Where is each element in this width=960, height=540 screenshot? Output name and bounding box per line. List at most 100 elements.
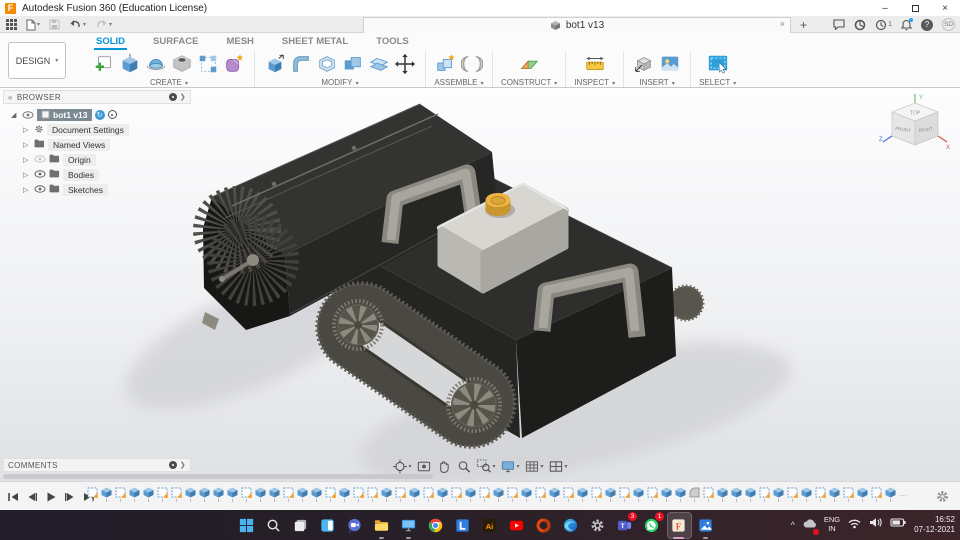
- panel-collapse-icon[interactable]: ❯: [180, 93, 186, 101]
- help-icon[interactable]: ?: [921, 18, 933, 31]
- comments-options-icon[interactable]: [168, 461, 177, 469]
- workspace-selector[interactable]: DESIGN ▾: [8, 42, 66, 79]
- ribbon-tab-surface[interactable]: SURFACE: [151, 33, 200, 50]
- shell-icon[interactable]: [315, 52, 339, 76]
- timeline-feature-sketch-45[interactable]: [703, 487, 714, 502]
- ribbon-tab-tools[interactable]: TOOLS: [374, 33, 411, 50]
- activate-component-icon[interactable]: [107, 110, 117, 119]
- timeline-feature-sketch-6[interactable]: [157, 487, 168, 502]
- taskbar-file-explorer-icon[interactable]: [368, 510, 395, 540]
- timeline-feature-sketch-53[interactable]: [815, 487, 826, 502]
- ribbon-group-label-modify[interactable]: MODIFY ▾: [321, 78, 358, 87]
- comments-header[interactable]: COMMENTS ❯: [3, 458, 191, 472]
- notification-bell-icon[interactable]: [901, 17, 913, 31]
- timeline-feature-extrude-24[interactable]: [409, 487, 420, 502]
- ribbon-group-label-construct[interactable]: CONSTRUCT ▾: [501, 78, 557, 87]
- browser-header[interactable]: « BROWSER ❯: [3, 90, 191, 104]
- timeline-feature-sketch-49[interactable]: [759, 487, 770, 502]
- grid-settings-icon[interactable]: ▾: [525, 459, 544, 474]
- timeline-feature-extrude-56[interactable]: [857, 487, 868, 502]
- timeline-feature-extrude-50[interactable]: [773, 487, 784, 502]
- expand-icon[interactable]: ◢: [11, 111, 19, 119]
- zoom-icon[interactable]: [456, 459, 471, 474]
- new-component-icon[interactable]: [434, 52, 458, 76]
- timeline-scrollbar[interactable]: [3, 474, 433, 479]
- step-back-button[interactable]: [26, 490, 38, 508]
- viewports-icon[interactable]: ▾: [549, 459, 568, 474]
- extensions-icon[interactable]: [854, 19, 866, 31]
- taskbar-illustrator-icon[interactable]: Ai: [476, 510, 503, 540]
- timeline-feature-sketch-12[interactable]: [241, 487, 252, 502]
- timeline-feature-extrude-16[interactable]: [297, 487, 308, 502]
- joint-icon[interactable]: [460, 52, 484, 76]
- ribbon-group-label-insert[interactable]: INSERT ▾: [639, 78, 674, 87]
- panel-options-icon[interactable]: [168, 93, 177, 101]
- timeline-feature-sketch-39[interactable]: [619, 487, 630, 502]
- expand-icon[interactable]: ▷: [23, 156, 31, 164]
- minimize-button[interactable]: –: [870, 0, 900, 16]
- language-indicator[interactable]: ENG IN: [824, 516, 840, 533]
- move-icon[interactable]: [393, 52, 417, 76]
- redo-icon[interactable]: ▾: [95, 19, 112, 30]
- ribbon-group-label-assemble[interactable]: ASSEMBLE ▾: [434, 78, 483, 87]
- expand-icon[interactable]: ▷: [23, 171, 31, 179]
- revolve-icon[interactable]: [144, 52, 168, 76]
- display-settings-icon[interactable]: ▾: [500, 459, 520, 474]
- taskbar-fusion-360-icon[interactable]: F: [665, 510, 692, 540]
- timeline-feature-sketch-51[interactable]: [787, 487, 798, 502]
- app-grid-icon[interactable]: [6, 19, 17, 30]
- timeline-feature-extrude-48[interactable]: [745, 487, 756, 502]
- fit-icon[interactable]: ▾: [476, 459, 495, 474]
- new-tab-button[interactable]: +: [800, 18, 807, 32]
- volume-icon[interactable]: [869, 516, 883, 534]
- timeline-feature-sketch-57[interactable]: [871, 487, 882, 502]
- expand-icon[interactable]: ▷: [23, 141, 31, 149]
- taskbar-widgets-icon[interactable]: [314, 510, 341, 540]
- browser-item-bodies[interactable]: ▷ Bodies: [11, 167, 191, 182]
- wifi-icon[interactable]: [847, 516, 862, 534]
- timeline-feature-extrude-52[interactable]: [801, 487, 812, 502]
- timeline-feature-extrude-58[interactable]: [885, 487, 896, 502]
- pan-icon[interactable]: [436, 459, 451, 474]
- play-button[interactable]: [45, 490, 57, 508]
- timeline-feature-sketch-33[interactable]: [535, 487, 546, 502]
- account-avatar[interactable]: SD: [942, 18, 955, 31]
- maximize-button[interactable]: [900, 0, 930, 16]
- onedrive-icon[interactable]: [802, 516, 819, 535]
- timeline-feature-extrude-11[interactable]: [227, 487, 238, 502]
- visibility-eye-icon[interactable]: [22, 110, 34, 119]
- visibility-eye-icon[interactable]: [34, 184, 46, 195]
- taskbar-chat-icon[interactable]: [341, 510, 368, 540]
- hole-icon[interactable]: [170, 52, 194, 76]
- view-cube[interactable]: Y TOP FRONT RIGHT Z X: [878, 91, 952, 159]
- timeline-feature-extrude-38[interactable]: [605, 487, 616, 502]
- ribbon-tab-sheet-metal[interactable]: SHEET METAL: [280, 33, 350, 50]
- ribbon-tab-mesh[interactable]: MESH: [224, 33, 255, 50]
- timeline-feature-extrude-26[interactable]: [437, 487, 448, 502]
- timeline-feature-extrude-5[interactable]: [143, 487, 154, 502]
- comments-collapse-icon[interactable]: ❯: [180, 461, 186, 469]
- timeline-feature-extrude-14[interactable]: [269, 487, 280, 502]
- file-menu-icon[interactable]: ▾: [26, 19, 40, 31]
- step-forward-button[interactable]: [64, 490, 76, 508]
- ribbon-group-label-create[interactable]: CREATE ▾: [150, 78, 188, 87]
- combine-icon[interactable]: [341, 52, 365, 76]
- timeline-feature-sketch-31[interactable]: [507, 487, 518, 502]
- job-status-icon[interactable]: 1: [875, 19, 892, 31]
- create-sketch-icon[interactable]: [92, 52, 116, 76]
- timeline-feature-sketch-37[interactable]: [591, 487, 602, 502]
- taskbar-chrome-icon[interactable]: [422, 510, 449, 540]
- tray-overflow-chevron-icon[interactable]: ^: [791, 520, 795, 530]
- fillet-icon[interactable]: [289, 52, 313, 76]
- browser-item-sketches[interactable]: ▷ Sketches: [11, 182, 191, 197]
- timeline-feature-extrude-54[interactable]: [829, 487, 840, 502]
- taskbar-photos-icon[interactable]: [692, 510, 719, 540]
- timeline-feature-extrude-19[interactable]: [339, 487, 350, 502]
- timeline-feature-sketch-20[interactable]: [353, 487, 364, 502]
- timeline-feature-sketch-55[interactable]: [843, 487, 854, 502]
- timeline-feature-sketch-29[interactable]: [479, 487, 490, 502]
- timeline-feature-sketch-35[interactable]: [563, 487, 574, 502]
- tab-close-icon[interactable]: ×: [780, 19, 785, 29]
- save-icon[interactable]: [49, 19, 60, 30]
- taskbar-whatsapp-icon[interactable]: 1: [638, 510, 665, 540]
